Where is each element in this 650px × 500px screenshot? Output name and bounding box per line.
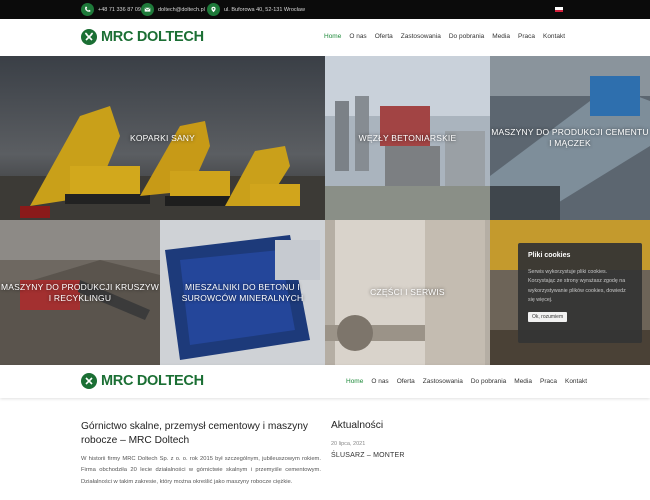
email-address: doltech@doltech.pl: [158, 6, 205, 13]
partner-logo-3: [380, 398, 406, 404]
cookie-accept-button[interactable]: Ok, rozumiem: [528, 312, 568, 323]
tile-label: MIESZALNIKI DO BETONU I SUROWCÓW MINERAL…: [181, 281, 304, 303]
nav-item-oferta[interactable]: Oferta: [375, 33, 393, 40]
nav-item-oferta[interactable]: Oferta: [397, 378, 415, 385]
email-contact[interactable]: doltech@doltech.pl: [141, 3, 205, 16]
cookie-popup: Pliki cookies Serwis wykorzystuje pliki …: [518, 243, 642, 343]
logo-text: MRC DOLTECH: [101, 373, 204, 389]
site-header: MRC DOLTECH Home O nas Oferta Zastosowania D…: [0, 19, 650, 56]
about-body: W historii firmy MRC Doltech Sp. z o. o.…: [81, 456, 321, 485]
address-text: ul. Buforowa 40, 52-131 Wrocław: [224, 6, 305, 13]
nav-item-do-pobrania[interactable]: Do pobrania: [449, 33, 484, 40]
tile-wezly-betoniarskie[interactable]: WĘZŁY BETONIARSKIE: [325, 56, 490, 220]
about-title: Górnictwo skalne, przemysł cementowy i m…: [81, 421, 309, 446]
tile-label: WĘZŁY BETONIARSKIE: [358, 132, 457, 143]
nav-item-praca[interactable]: Praca: [540, 378, 557, 385]
crossed-hammers-icon: [81, 373, 97, 389]
phone-number: +48 71 336 87 09: [98, 6, 141, 13]
partner-logo-pfeiffer: [230, 398, 290, 404]
nav-item-media[interactable]: Media: [514, 378, 532, 385]
phone-icon: [81, 3, 94, 16]
partner-logo-4: [501, 398, 521, 404]
main-nav: Home O nas Oferta Zastosowania Do pobrania Me…: [324, 33, 573, 40]
nav-item-o-nas[interactable]: O nas: [371, 378, 388, 385]
sticky-logo[interactable]: MRC DOLTECH: [81, 373, 204, 389]
mail-icon: [141, 3, 154, 16]
nav-item-zastosowania[interactable]: Zastosowania: [401, 33, 441, 40]
nav-item-o-nas[interactable]: O nas: [349, 33, 366, 40]
nav-item-zastosowania[interactable]: Zastosowania: [423, 378, 463, 385]
nav-item-home[interactable]: Home: [346, 378, 363, 385]
tile-koparki-sany[interactable]: KOPARKI SANY: [0, 56, 325, 220]
nav-item-kontakt[interactable]: Kontakt: [543, 33, 565, 40]
news-headline-link[interactable]: ŚLUSARZ – MONTER: [331, 452, 405, 459]
nav-item-do-pobrania[interactable]: Do pobrania: [471, 378, 506, 385]
logo-text: MRC DOLTECH: [101, 29, 204, 45]
tile-czesci-serwis[interactable]: CZĘŚCI I SERWIS: [325, 220, 490, 365]
tile-maszyny-kruszyw[interactable]: MASZYNY DO PRODUKCJI KRUSZYW I RECYKLING…: [0, 220, 160, 365]
cookie-text: Serwis wykorzystuje pliki cookies. Korzy…: [528, 269, 626, 303]
flag-pl-icon[interactable]: [555, 7, 563, 12]
top-contact-bar: +48 71 336 87 09 doltech@doltech.pl ul. …: [0, 0, 650, 19]
crossed-hammers-icon: [81, 29, 97, 45]
tile-mieszalniki[interactable]: MIESZALNIKI DO BETONU I SUROWCÓW MINERAL…: [160, 220, 325, 365]
nav-item-praca[interactable]: Praca: [518, 33, 535, 40]
location-pin-icon: [207, 3, 220, 16]
cookie-title: Pliki cookies: [528, 252, 571, 259]
sticky-nav: Home O nas Oferta Zastosowania Do pobrania Me…: [346, 378, 595, 385]
tile-label: CZĘŚCI I SERWIS: [370, 287, 445, 298]
sticky-header: MRC DOLTECH Home O nas Oferta Zastosowania D…: [0, 365, 650, 398]
tile-label: MASZYNY DO PRODUKCJI KRUSZYW I RECYKLING…: [1, 281, 159, 303]
news-title: Aktualności: [331, 420, 384, 431]
partner-logo-mtf: [106, 398, 170, 404]
site-logo[interactable]: MRC DOLTECH: [81, 29, 204, 45]
nav-item-media[interactable]: Media: [492, 33, 510, 40]
news-date: 20 lipca, 2021: [331, 441, 366, 447]
nav-item-kontakt[interactable]: Kontakt: [565, 378, 587, 385]
tile-maszyny-cement[interactable]: MASZYNY DO PRODUKCJI CEMENTU I MĄCZEK: [490, 56, 650, 220]
nav-item-home[interactable]: Home: [324, 33, 341, 40]
tile-label: KOPARKI SANY: [129, 132, 196, 143]
phone-contact[interactable]: +48 71 336 87 09: [81, 3, 141, 16]
tile-label: MASZYNY DO PRODUKCJI CEMENTU I MĄCZEK: [491, 127, 649, 148]
address-contact: ul. Buforowa 40, 52-131 Wrocław: [207, 3, 305, 16]
